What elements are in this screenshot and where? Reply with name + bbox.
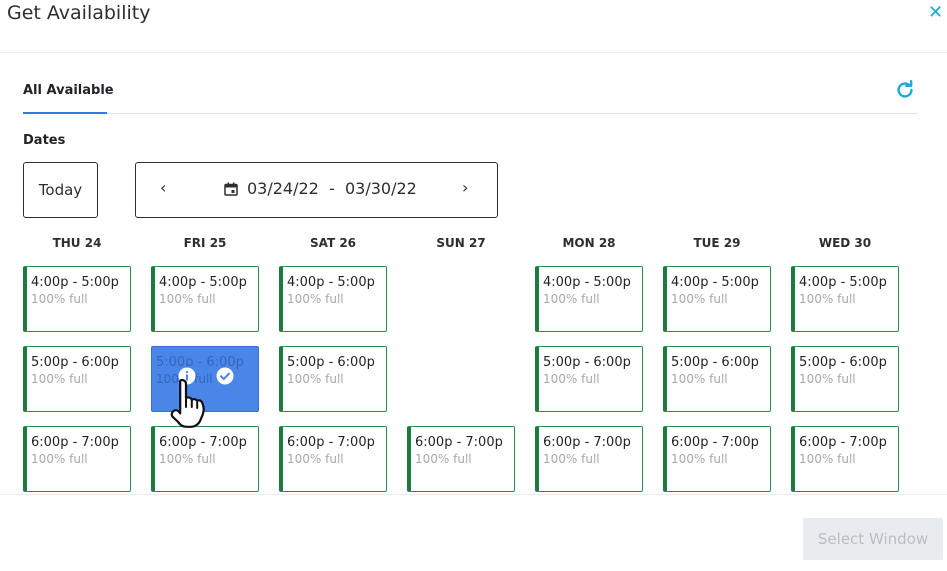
dialog-title: Get Availability [7,2,151,24]
time-slot[interactable]: 6:00p - 7:00p 100% full [407,426,515,492]
time-slot[interactable]: 5:00p - 6:00p 100% full [535,346,643,412]
slot-capacity: 100% full [31,292,88,306]
slot-capacity: 100% full [799,372,856,386]
header-divider [0,52,947,53]
today-button[interactable]: Today [23,162,98,218]
slot-time: 5:00p - 6:00p [799,355,887,370]
slot-capacity: 100% full [671,292,728,306]
chevron-left-icon[interactable]: ‹ [160,178,166,197]
day-header-thu: THU 24 [52,236,102,250]
range-end: 03/30/22 [344,179,417,198]
slot-time: 5:00p - 6:00p [287,355,375,370]
chevron-right-icon[interactable]: › [462,178,468,197]
day-header-fri: FRI 25 [183,236,227,250]
time-slot[interactable]: 6:00p - 7:00p 100% full [535,426,643,492]
slot-capacity: 100% full [287,292,344,306]
slot-time: 5:00p - 6:00p [671,355,759,370]
time-slot[interactable]: 6:00p - 7:00p 100% full [279,426,387,492]
active-tab-indicator [23,112,107,114]
slot-capacity: 100% full [799,292,856,306]
slot-capacity: 100% full [287,372,344,386]
slot-capacity: 100% full [671,452,728,466]
slot-capacity: 100% full [799,452,856,466]
time-slot[interactable]: 4:00p - 5:00p 100% full [791,266,899,332]
slot-time: 4:00p - 5:00p [671,275,759,290]
slot-capacity: 100% full [31,452,88,466]
day-header-sat: SAT 26 [309,236,357,250]
time-slot[interactable]: 6:00p - 7:00p 100% full [23,426,131,492]
slot-time: 6:00p - 7:00p [31,435,119,450]
time-slot[interactable]: 4:00p - 5:00p 100% full [535,266,643,332]
date-range-text: 03/24/22 - 03/30/22 [247,179,417,198]
slot-capacity: 100% full [31,372,88,386]
time-slot[interactable]: 6:00p - 7:00p 100% full [663,426,771,492]
time-slot[interactable]: 5:00p - 6:00p 100% full [23,346,131,412]
slot-capacity: 100% full [543,292,600,306]
day-header-wed: WED 30 [818,236,872,250]
slot-time: 5:00p - 6:00p [31,355,119,370]
check-circle-icon[interactable] [216,367,234,385]
date-range-picker[interactable]: ‹ 03/24/22 - 03/30/22 › [135,162,498,218]
footer-divider [0,494,947,495]
slot-time: 6:00p - 7:00p [415,435,503,450]
refresh-icon[interactable] [894,79,916,101]
slot-time: 6:00p - 7:00p [671,435,759,450]
slot-capacity: 100% full [159,292,216,306]
slot-time: 5:00p - 6:00p [543,355,631,370]
time-slot[interactable]: 5:00p - 6:00p 100% full [279,346,387,412]
slot-time: 6:00p - 7:00p [159,435,247,450]
slot-time: 4:00p - 5:00p [543,275,631,290]
slot-capacity: 100% full [159,452,216,466]
tabs-divider [23,113,918,114]
time-slot[interactable]: 4:00p - 5:00p 100% full [663,266,771,332]
slot-time: 6:00p - 7:00p [543,435,631,450]
slot-capacity: 100% full [543,372,600,386]
tab-all-available[interactable]: All Available [23,83,114,98]
close-icon[interactable]: ✕ [928,4,943,22]
time-slot[interactable]: 6:00p - 7:00p 100% full [151,426,259,492]
time-slot[interactable]: 5:00p - 6:00p 100% full [663,346,771,412]
slot-capacity: 100% full [671,372,728,386]
day-header-sun: SUN 27 [436,236,486,250]
slot-time: 4:00p - 5:00p [159,275,247,290]
calendar-icon [224,182,238,196]
slot-capacity: 100% full [415,452,472,466]
time-slot[interactable]: 4:00p - 5:00p 100% full [279,266,387,332]
time-slot-selected[interactable]: 5:00p - 6:00p 100% full [151,346,259,412]
time-slot[interactable]: 5:00p - 6:00p 100% full [791,346,899,412]
range-separator: - [329,179,335,198]
slot-time: 6:00p - 7:00p [287,435,375,450]
dates-label: Dates [23,133,66,148]
day-header-mon: MON 28 [562,236,616,250]
select-window-button[interactable]: Select Window [803,518,943,560]
time-slot[interactable]: 4:00p - 5:00p 100% full [151,266,259,332]
info-icon[interactable] [178,367,196,385]
slot-time: 4:00p - 5:00p [799,275,887,290]
time-slot[interactable]: 6:00p - 7:00p 100% full [791,426,899,492]
day-header-tue: TUE 29 [693,236,741,250]
slot-capacity: 100% full [287,452,344,466]
slot-time: 6:00p - 7:00p [799,435,887,450]
time-slot[interactable]: 4:00p - 5:00p 100% full [23,266,131,332]
slot-time: 4:00p - 5:00p [31,275,119,290]
slot-time: 4:00p - 5:00p [287,275,375,290]
range-start: 03/24/22 [247,179,319,198]
slot-capacity: 100% full [543,452,600,466]
